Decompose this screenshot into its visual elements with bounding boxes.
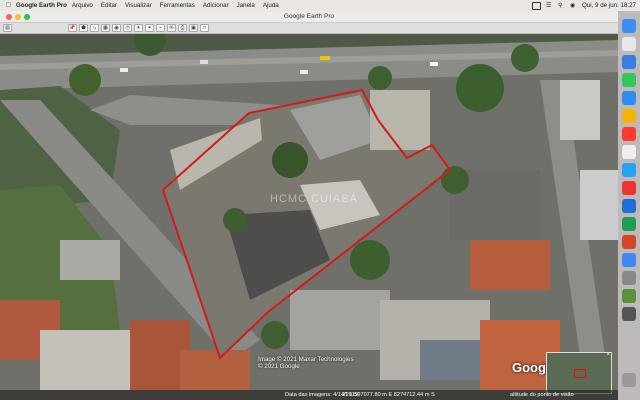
google-earth-icon[interactable] bbox=[622, 289, 636, 303]
finder-icon[interactable] bbox=[622, 19, 636, 33]
overview-map[interactable]: × bbox=[546, 352, 612, 394]
menu-janela[interactable]: Janela bbox=[237, 2, 255, 9]
hide-sidebar-icon[interactable]: ▤ bbox=[3, 24, 12, 32]
chrome-icon[interactable] bbox=[622, 253, 636, 267]
toolbar: ▤ 📌 ⬟ ⤷ ▦ ◉ ◷ ☀ ⚭ ⎯ ✉ ⎙ ▣ □ bbox=[0, 23, 618, 34]
macos-menubar:  Google Earth Pro Arquivo Editar Visual… bbox=[0, 0, 640, 11]
imagery-credit: Image © 2021 Maxar Technologies bbox=[258, 356, 354, 363]
window-titlebar: Google Earth Pro bbox=[0, 11, 618, 23]
close-overview-icon[interactable]: × bbox=[606, 352, 610, 358]
overlay-icon[interactable]: ▦ bbox=[101, 24, 110, 32]
messages-icon[interactable] bbox=[622, 73, 636, 87]
search-icon[interactable]: ⚲ bbox=[558, 3, 565, 9]
powerpoint-icon[interactable] bbox=[622, 235, 636, 249]
menu-adicionar[interactable]: Adicionar bbox=[203, 2, 229, 9]
earth-map-view[interactable]: HCMC CUIABÁ Image © 2021 Maxar Technolog… bbox=[0, 34, 618, 400]
photos-icon[interactable] bbox=[622, 145, 636, 159]
menubar-status-area: ☰ ⚲ ◉ Qui, 9 de jun. 18:27 bbox=[531, 0, 636, 11]
macos-dock bbox=[618, 11, 640, 400]
excel-icon[interactable] bbox=[622, 217, 636, 231]
menu-app-name[interactable]: Google Earth Pro bbox=[16, 2, 67, 9]
cursor-coordinates: 21 L 597077.80 m E 8274712.44 m S bbox=[342, 392, 435, 398]
tour-icon[interactable]: ◉ bbox=[112, 24, 121, 32]
system-preferences-icon[interactable] bbox=[622, 271, 636, 285]
historical-imagery-icon[interactable]: ◷ bbox=[123, 24, 132, 32]
toolbar-tools: 📌 ⬟ ⤷ ▦ ◉ ◷ ☀ ⚭ ⎯ ✉ ⎙ ▣ □ bbox=[68, 24, 209, 32]
google-copyright: © 2021 Google bbox=[258, 363, 300, 370]
word-icon[interactable] bbox=[622, 199, 636, 213]
window-title: Google Earth Pro bbox=[283, 13, 335, 20]
map-watermark: HCMC CUIABÁ bbox=[270, 193, 359, 205]
placemark-icon[interactable]: 📌 bbox=[68, 24, 77, 32]
menu-ferramentas[interactable]: Ferramentas bbox=[160, 2, 195, 9]
apple-logo-icon[interactable]:  bbox=[4, 2, 13, 9]
sun-icon[interactable]: ☀ bbox=[134, 24, 143, 32]
pdf-reader-icon[interactable] bbox=[622, 181, 636, 195]
planet-icon[interactable]: ⚭ bbox=[145, 24, 154, 32]
menu-editar[interactable]: Editar bbox=[101, 2, 117, 9]
ruler-icon[interactable]: ⎯ bbox=[156, 24, 165, 32]
status-bar: Data das imagens: 4/14/2019 21 L 597077.… bbox=[0, 390, 618, 400]
menubar-clock[interactable]: Qui, 9 de jun. 18:27 bbox=[582, 2, 636, 9]
menu-arquivo[interactable]: Arquivo bbox=[72, 2, 93, 9]
wifi-icon[interactable]: ☰ bbox=[546, 3, 553, 9]
trash-icon[interactable] bbox=[622, 373, 636, 387]
overview-viewport-marker bbox=[574, 369, 586, 378]
menu-visualizar[interactable]: Visualizar bbox=[125, 2, 152, 9]
launchpad-icon[interactable] bbox=[622, 37, 636, 51]
terminal-icon[interactable] bbox=[622, 307, 636, 321]
mail-icon[interactable] bbox=[622, 91, 636, 105]
battery-icon[interactable] bbox=[531, 1, 541, 10]
calendar-icon[interactable] bbox=[622, 127, 636, 141]
safari-icon[interactable] bbox=[622, 55, 636, 69]
path-icon[interactable]: ⤷ bbox=[90, 24, 99, 32]
email-icon[interactable]: ✉ bbox=[167, 24, 176, 32]
menu-ajuda[interactable]: Ajuda bbox=[263, 2, 279, 9]
downloads-icon[interactable] bbox=[622, 329, 636, 343]
print-icon[interactable]: ⎙ bbox=[178, 24, 187, 32]
notes-icon[interactable] bbox=[622, 109, 636, 123]
app-store-icon[interactable] bbox=[622, 163, 636, 177]
save-image-icon[interactable]: ▣ bbox=[189, 24, 198, 32]
control-center-icon[interactable]: ◉ bbox=[570, 3, 577, 9]
maps-icon[interactable]: □ bbox=[200, 24, 209, 32]
eye-altitude: altitude do ponto de visão bbox=[510, 392, 574, 398]
polygon-icon[interactable]: ⬟ bbox=[79, 24, 88, 32]
satellite-imagery bbox=[0, 34, 618, 400]
